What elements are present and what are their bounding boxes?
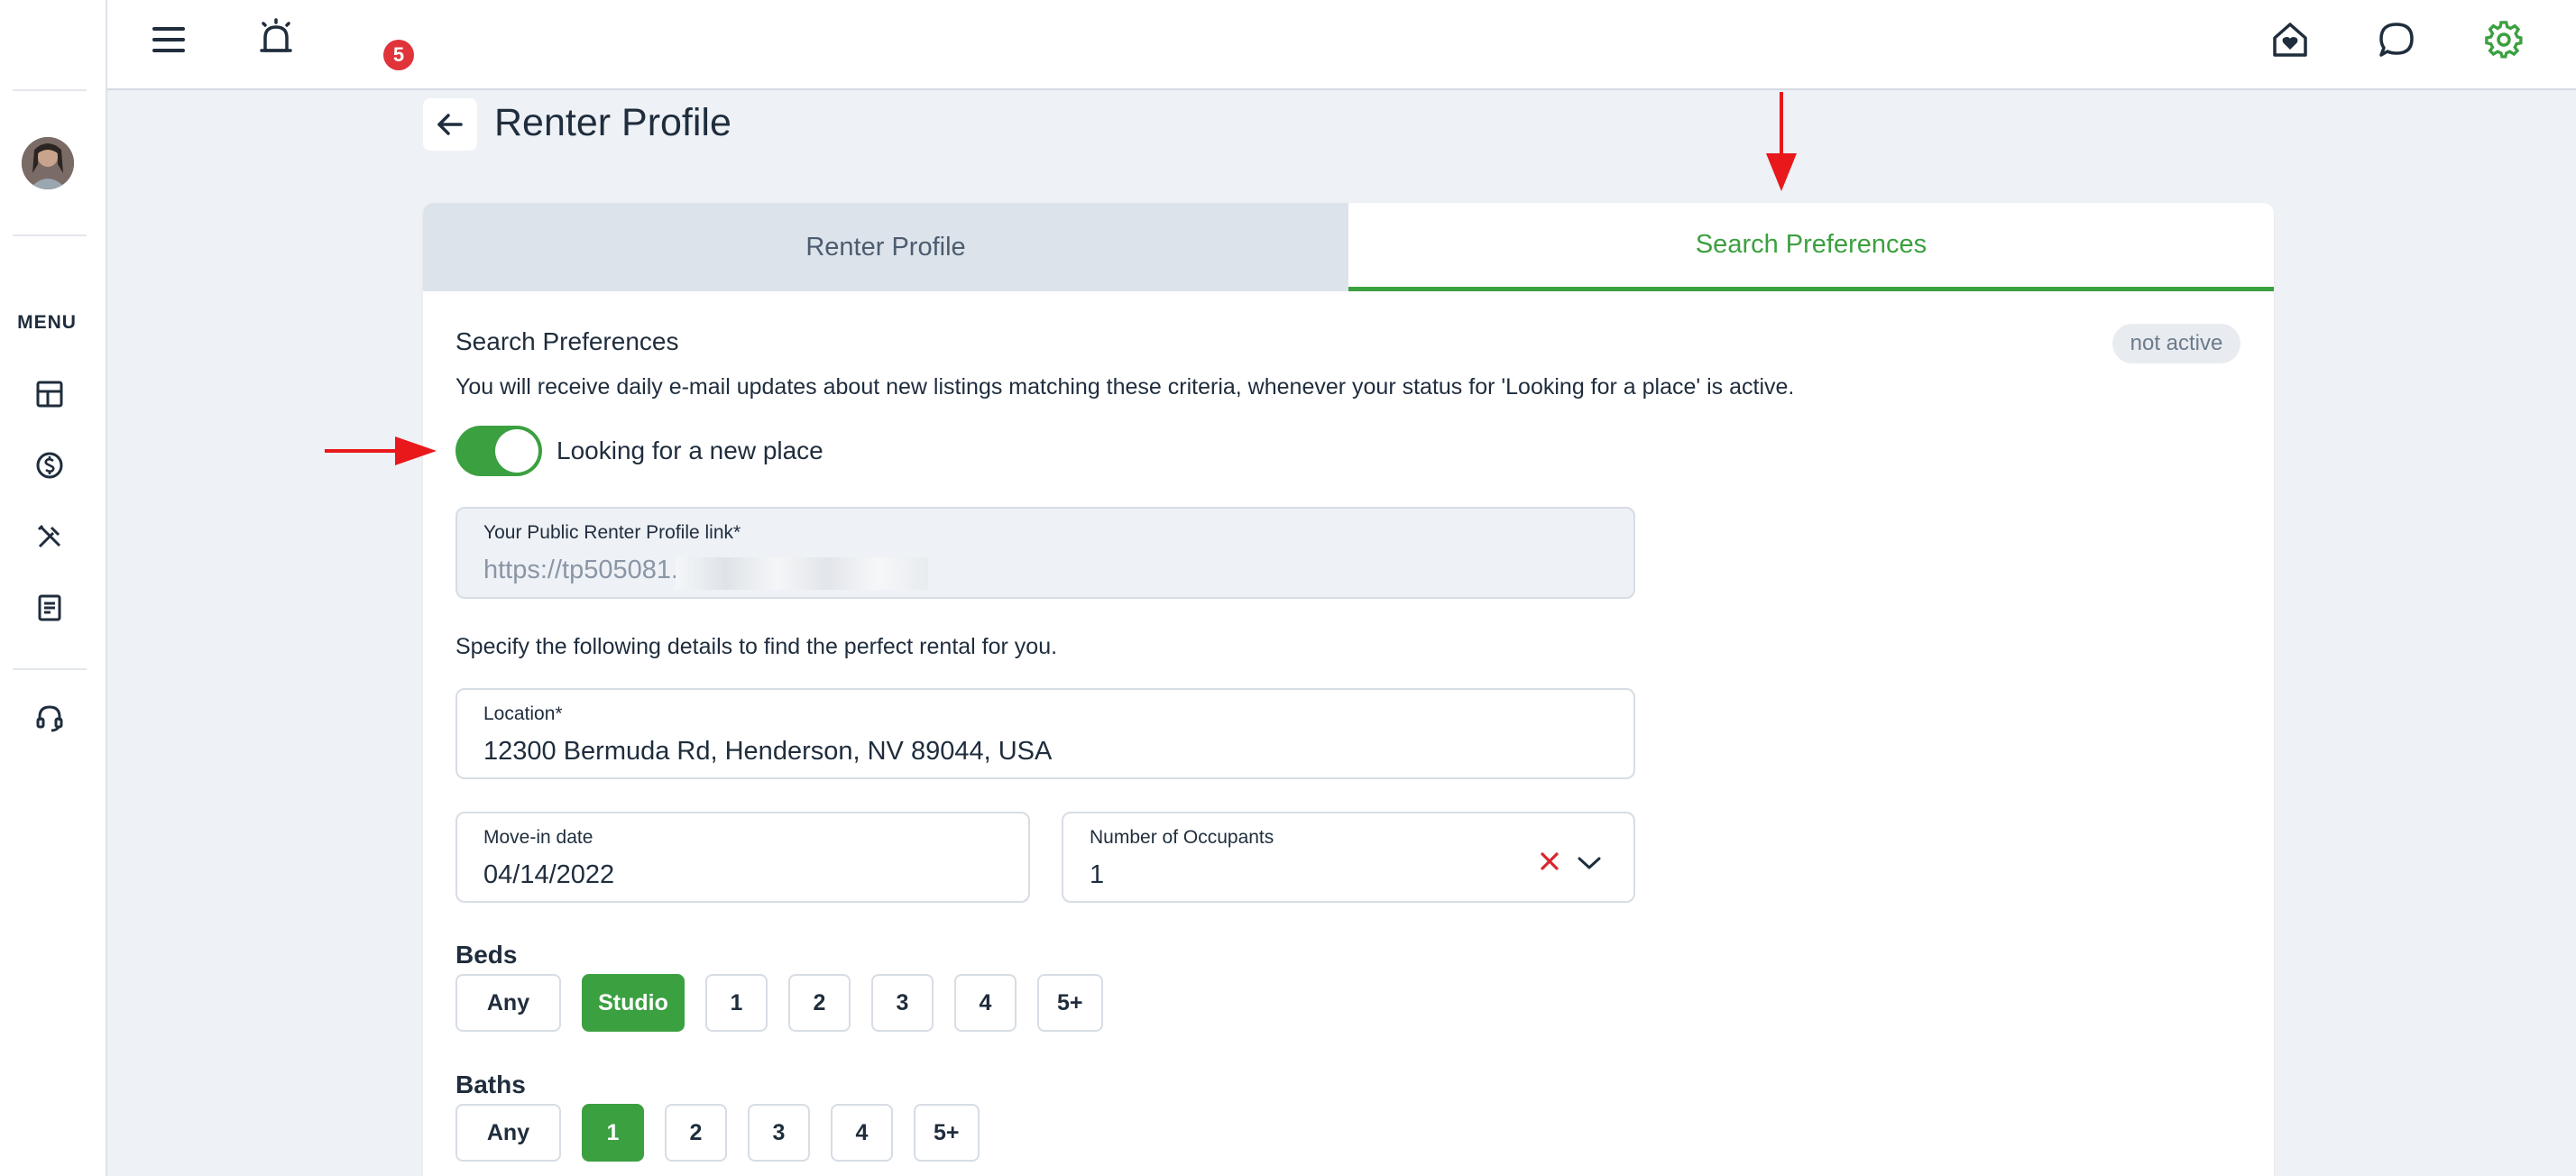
specify-details-text: Specify the following details to find th… (455, 634, 1058, 659)
notification-count-badge: 5 (383, 40, 414, 70)
beds-option-3[interactable]: 3 (871, 974, 934, 1032)
status-badge: not active (2112, 324, 2240, 363)
looking-for-place-toggle[interactable] (455, 426, 542, 476)
baths-label: Baths (455, 1070, 526, 1098)
toggle-label: Looking for a new place (557, 436, 823, 464)
baths-option-2[interactable]: 2 (665, 1104, 727, 1162)
arrow-left-icon (437, 114, 463, 135)
public-link-field[interactable]: Your Public Renter Profile link* https:/… (455, 507, 1635, 599)
beds-option-any[interactable]: Any (455, 974, 561, 1032)
profile-card: Renter Profile Search Preferences Search… (423, 203, 2274, 1176)
beds-label: Beds (455, 941, 518, 969)
baths-option-4[interactable]: 4 (831, 1104, 893, 1162)
chevron-down-icon[interactable] (1576, 850, 1603, 877)
occupants-value: 1 (1090, 860, 1105, 889)
move-in-date-value: 04/14/2022 (483, 860, 615, 889)
dashboard-icon[interactable] (33, 378, 66, 410)
baths-options: Any 1 2 3 4 5+ (455, 1104, 980, 1162)
sidebar-divider (13, 668, 87, 670)
redacted-link-blur (676, 557, 928, 590)
baths-option-1[interactable]: 1 (582, 1104, 644, 1162)
section-title: Search Preferences (455, 327, 679, 355)
sidebar-divider (13, 234, 87, 236)
headset-icon[interactable] (33, 702, 66, 734)
beds-options: Any Studio 1 2 3 4 5+ (455, 974, 1103, 1032)
location-value: 12300 Bermuda Rd, Henderson, NV 89044, U… (483, 737, 1053, 766)
occupants-select[interactable]: Number of Occupants 1 (1062, 812, 1635, 903)
occupants-label: Number of Occupants (1090, 827, 1274, 848)
page: MENU 5 Renter Profile Renter Profile Sea… (0, 0, 2576, 1176)
location-label: Location* (483, 703, 563, 724)
public-link-value: https://tp505081. (483, 556, 679, 584)
top-bar: 5 (107, 0, 2576, 90)
tab-renter-profile[interactable]: Renter Profile (423, 203, 1348, 291)
tools-icon[interactable] (33, 520, 66, 553)
clear-icon[interactable] (1536, 848, 1563, 875)
tab-bar: Renter Profile Search Preferences (423, 203, 2274, 291)
menu-label: MENU (17, 312, 77, 333)
public-link-label: Your Public Renter Profile link* (483, 522, 741, 543)
home-heart-icon[interactable] (2268, 18, 2312, 61)
toggle-knob (495, 429, 538, 473)
sidebar: MENU (0, 0, 107, 1176)
page-title: Renter Profile (494, 101, 731, 144)
move-in-date-field[interactable]: Move-in date 04/14/2022 (455, 812, 1030, 903)
baths-option-3[interactable]: 3 (748, 1104, 810, 1162)
gear-icon[interactable] (2482, 18, 2525, 61)
beds-option-1[interactable]: 1 (705, 974, 768, 1032)
alarm-bell-icon[interactable] (254, 16, 298, 60)
baths-option-5plus[interactable]: 5+ (914, 1104, 980, 1162)
annotation-arrow-right (325, 436, 437, 465)
tab-search-preferences[interactable]: Search Preferences (1348, 203, 2274, 291)
document-icon[interactable] (33, 592, 66, 624)
chat-bubble-icon[interactable] (2375, 18, 2418, 61)
sidebar-divider (13, 89, 87, 91)
beds-option-4[interactable]: 4 (954, 974, 1017, 1032)
hamburger-icon[interactable] (147, 18, 190, 61)
annotation-arrow-down (1766, 92, 1797, 191)
baths-option-any[interactable]: Any (455, 1104, 561, 1162)
beds-option-2[interactable]: 2 (788, 974, 851, 1032)
beds-option-studio[interactable]: Studio (582, 974, 685, 1032)
dollar-icon[interactable] (33, 449, 66, 482)
beds-option-5plus[interactable]: 5+ (1037, 974, 1103, 1032)
move-in-date-label: Move-in date (483, 827, 593, 848)
avatar[interactable] (22, 137, 74, 189)
back-button[interactable] (423, 98, 477, 151)
section-description: You will receive daily e-mail updates ab… (455, 374, 1795, 400)
location-field[interactable]: Location* 12300 Bermuda Rd, Henderson, N… (455, 688, 1635, 779)
